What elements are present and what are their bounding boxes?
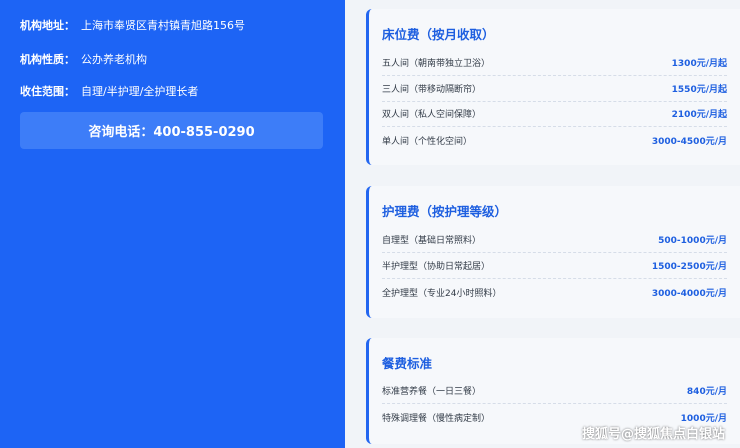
address-row: 机构地址： 上海市奉贤区青村镇青旭路156号 — [20, 17, 245, 33]
bed-fee-name: 五人间（朝南带独立卫浴） — [382, 59, 491, 69]
institution-info-panel: 机构地址： 上海市奉贤区青村镇青旭路156号 机构性质： 公办养老机构 收住范围： 自… — [0, 0, 345, 448]
scope-value: 自理/半护理/全护理长者 — [81, 85, 199, 98]
care-fee-price: 3000-4000元/月 — [651, 288, 727, 299]
bed-fee-card: 床位费（按月收取） 五人间（朝南带独立卫浴） 1300元/月起 三人间（带移动隔… — [366, 9, 740, 165]
bed-fee-title: 床位费（按月收取） — [382, 27, 495, 42]
bed-fee-price: 3000-4500元/月 — [651, 136, 727, 147]
address-value: 上海市奉贤区青村镇青旭路156号 — [81, 19, 245, 32]
care-fee-name: 半护理型（协助日常起居） — [382, 262, 491, 272]
care-fee-name: 全护理型（专业24小时照料） — [382, 288, 502, 299]
type-label: 机构性质： — [20, 53, 75, 66]
care-fee-price: 1500-2500元/月 — [651, 262, 727, 272]
source-watermark: 搜狐号@搜狐焦点白银站 — [581, 427, 725, 442]
bed-fee-name: 单人间（个性化空间） — [382, 136, 473, 147]
scope-row: 收住范围： 自理/半护理/全护理长者 — [20, 83, 198, 99]
bed-fee-price: 2100元/月起 — [671, 110, 727, 120]
meal-fee-name: 标准营养餐（一日三餐） — [382, 387, 482, 397]
bed-fee-row: 五人间（朝南带独立卫浴） 1300元/月起 — [382, 50, 727, 76]
care-fee-title: 护理费（按护理等级） — [382, 204, 508, 219]
bed-fee-price: 1300元/月起 — [671, 59, 727, 69]
meal-fee-row: 标准营养餐（一日三餐） 840元/月 — [382, 378, 727, 404]
consult-phone-button[interactable]: 咨询电话：400-855-0290 — [20, 112, 323, 149]
care-fee-card: 护理费（按护理等级） 自理型（基础日常照料） 500-1000元/月 半护理型（… — [366, 186, 740, 318]
bed-fee-name: 三人间（带移动隔断帘） — [382, 85, 482, 95]
care-fee-row: 半护理型（协助日常起居） 1500-2500元/月 — [382, 253, 727, 279]
care-fee-row: 全护理型（专业24小时照料） 3000-4000元/月 — [382, 279, 727, 305]
bed-fee-row: 单人间（个性化空间） 3000-4500元/月 — [382, 127, 727, 153]
type-value: 公办养老机构 — [81, 53, 147, 66]
bed-fee-row: 双人间（私人空间保障） 2100元/月起 — [382, 101, 727, 127]
bed-fee-name: 双人间（私人空间保障） — [382, 110, 482, 120]
meal-fee-name: 特殊调理餐（慢性病定制） — [382, 413, 491, 424]
address-label: 机构地址： — [20, 19, 75, 32]
meal-fee-price: 1000元/月 — [680, 413, 727, 424]
meal-fee-title: 餐费标准 — [382, 356, 433, 371]
scope-label: 收住范围： — [20, 85, 75, 98]
bed-fee-row: 三人间（带移动隔断帘） 1550元/月起 — [382, 76, 727, 102]
care-fee-name: 自理型（基础日常照料） — [382, 236, 482, 246]
type-row: 机构性质： 公办养老机构 — [20, 51, 147, 67]
bed-fee-price: 1550元/月起 — [671, 85, 727, 95]
care-fee-row: 自理型（基础日常照料） 500-1000元/月 — [382, 227, 727, 253]
meal-fee-price: 840元/月 — [686, 387, 727, 397]
care-fee-price: 500-1000元/月 — [658, 236, 727, 246]
